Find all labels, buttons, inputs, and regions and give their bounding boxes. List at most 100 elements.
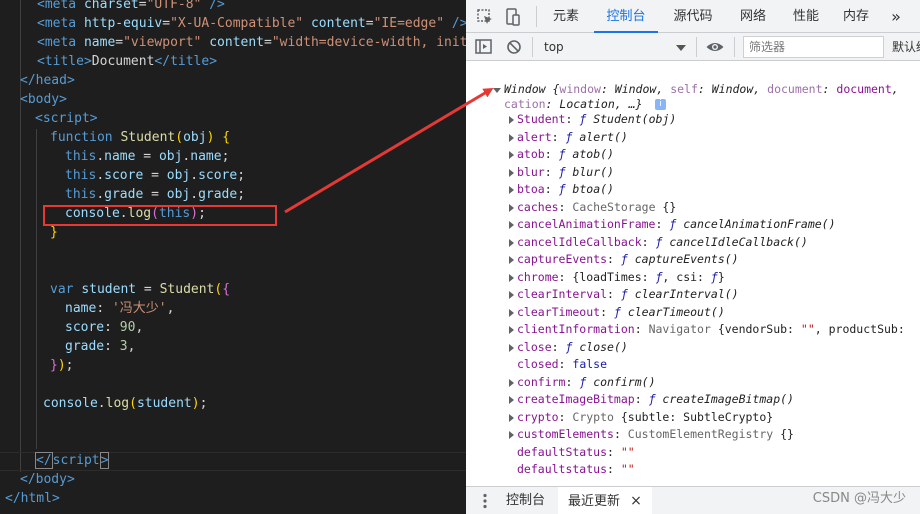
property-text: defaultstatus: "" bbox=[517, 461, 635, 478]
console-token: defaultStatus bbox=[517, 444, 608, 459]
console-token: : bbox=[565, 112, 580, 126]
chevron-down-icon[interactable] bbox=[676, 45, 686, 51]
expand-arrow-icon[interactable] bbox=[509, 396, 514, 404]
code-token: /> bbox=[201, 0, 225, 12]
expand-arrow-icon[interactable] bbox=[509, 221, 514, 229]
console-token: : bbox=[607, 444, 621, 459]
code-token: '冯大少' bbox=[111, 301, 167, 316]
eye-icon[interactable] bbox=[705, 37, 725, 57]
toolbar-divider bbox=[734, 37, 735, 57]
devtools-tab-bar: 元素 控制台 源代码 网络 性能 内存 » bbox=[466, 0, 920, 33]
tab-3[interactable]: 网络 bbox=[728, 0, 778, 33]
expand-arrow-icon[interactable] bbox=[509, 413, 514, 422]
expand-arrow-icon[interactable] bbox=[493, 88, 501, 93]
code-token: <meta bbox=[37, 16, 84, 31]
drawer-tab-console[interactable]: 控制台 bbox=[506, 487, 556, 514]
code-token: 90 bbox=[119, 320, 136, 335]
code-token: "X-UA-Compatible" bbox=[170, 16, 304, 31]
log-levels-dropdown[interactable]: 默认级 bbox=[892, 37, 920, 57]
tab-5[interactable]: 内存 bbox=[834, 0, 878, 33]
close-icon[interactable]: × bbox=[630, 493, 642, 509]
code-token: } bbox=[50, 358, 58, 373]
console-token: cation bbox=[504, 97, 546, 111]
property-text: close: ƒ close() bbox=[517, 339, 628, 356]
code-token: , bbox=[127, 339, 136, 354]
more-options-icon[interactable] bbox=[475, 491, 495, 511]
property-text: chrome: {loadTimes: ƒ, csi: ƒ} bbox=[517, 269, 725, 286]
sidebar-toggle-icon[interactable] bbox=[474, 37, 494, 57]
code-token: <meta bbox=[37, 0, 84, 12]
expand-arrow-icon[interactable] bbox=[509, 116, 514, 124]
code-token: function bbox=[50, 130, 121, 145]
drawer-tab-whats-new[interactable]: 最近更新 × bbox=[558, 487, 652, 514]
console-token: CustomElementRegistry bbox=[627, 427, 781, 441]
tab-0[interactable]: 元素 bbox=[540, 0, 592, 33]
tab-4[interactable]: 性能 bbox=[780, 0, 832, 33]
code-token: student bbox=[136, 396, 192, 411]
code-token: , bbox=[166, 301, 175, 316]
code-token: student bbox=[81, 282, 137, 297]
toolbar-divider bbox=[696, 37, 697, 57]
code-token: score bbox=[104, 168, 144, 183]
code-token: content bbox=[209, 35, 265, 50]
code-token: . bbox=[96, 187, 105, 202]
code-token: { bbox=[222, 130, 231, 145]
console-token: Navigator bbox=[648, 322, 718, 336]
tab-2[interactable]: 源代码 bbox=[660, 0, 726, 33]
console-token: "" bbox=[620, 462, 635, 476]
info-icon[interactable]: i bbox=[655, 99, 666, 110]
console-token: alert() bbox=[579, 129, 628, 144]
code-token: } bbox=[50, 225, 58, 240]
property-text: crypto: Crypto {subtle: SubtleCrypto} bbox=[517, 409, 773, 426]
code-token: name bbox=[65, 301, 97, 316]
console-token: btoa bbox=[517, 182, 545, 196]
console-token: : Window, bbox=[600, 82, 671, 96]
console-token: cancelAnimationFrame() bbox=[683, 217, 836, 231]
clear-console-icon[interactable] bbox=[504, 37, 524, 57]
code-line: <title>Document</title> bbox=[37, 52, 217, 71]
expand-arrow-icon[interactable] bbox=[509, 203, 514, 212]
context-selector[interactable]: top bbox=[544, 37, 688, 57]
code-token: "width=device-width, initi bbox=[271, 35, 466, 50]
inspect-element-icon[interactable] bbox=[475, 7, 495, 27]
expand-arrow-icon[interactable] bbox=[509, 431, 514, 439]
expand-arrow-icon[interactable] bbox=[509, 378, 514, 387]
code-editor[interactable]: <meta charset="UTF-8" /> <meta http-equiv… bbox=[0, 0, 466, 514]
console-token: self bbox=[670, 82, 698, 96]
expand-arrow-icon[interactable] bbox=[509, 343, 514, 352]
console-token: : bbox=[634, 322, 649, 336]
console-token: : bbox=[641, 234, 656, 249]
code-token: http-equiv bbox=[83, 16, 163, 31]
code-token: = bbox=[365, 16, 374, 31]
expand-arrow-icon[interactable] bbox=[509, 168, 514, 177]
expand-arrow-icon[interactable] bbox=[509, 326, 514, 334]
code-token: <body> bbox=[20, 92, 67, 107]
console-token: : bbox=[544, 164, 559, 179]
code-line: <meta charset="UTF-8" /> bbox=[37, 0, 225, 14]
expand-arrow-icon[interactable] bbox=[509, 186, 514, 194]
devtools-panel: 元素控制台源代码网络性能内存 » top 筛选器 默认级 Window {win… bbox=[466, 0, 920, 514]
expand-arrow-icon[interactable] bbox=[509, 308, 514, 317]
expand-arrow-icon[interactable] bbox=[509, 238, 514, 247]
code-token: score bbox=[65, 320, 105, 335]
console-filter-bar: top 筛选器 默认级 bbox=[466, 33, 920, 61]
filter-input[interactable]: 筛选器 bbox=[743, 36, 884, 58]
property-text: cancelAnimationFrame: ƒ cancelAnimationF… bbox=[517, 216, 836, 233]
more-tabs-button[interactable]: » bbox=[884, 0, 908, 33]
expand-arrow-icon[interactable] bbox=[509, 133, 514, 142]
console-token: ƒ bbox=[558, 147, 573, 161]
console-token: window bbox=[559, 82, 601, 96]
expand-arrow-icon[interactable] bbox=[509, 256, 514, 264]
code-line: score: 90, bbox=[65, 318, 143, 337]
expand-arrow-icon[interactable] bbox=[509, 291, 514, 299]
expand-arrow-icon[interactable] bbox=[509, 273, 514, 282]
device-toolbar-icon[interactable] bbox=[503, 7, 523, 27]
console-token: document bbox=[767, 82, 823, 96]
expand-arrow-icon[interactable] bbox=[509, 151, 514, 159]
code-token: = bbox=[143, 168, 167, 183]
code-token: charset bbox=[83, 0, 139, 12]
code-line: </html> bbox=[5, 489, 60, 508]
code-token: . bbox=[190, 168, 199, 183]
code-line: this.score = obj.score; bbox=[65, 166, 245, 185]
tab-1[interactable]: 控制台 bbox=[594, 0, 658, 33]
